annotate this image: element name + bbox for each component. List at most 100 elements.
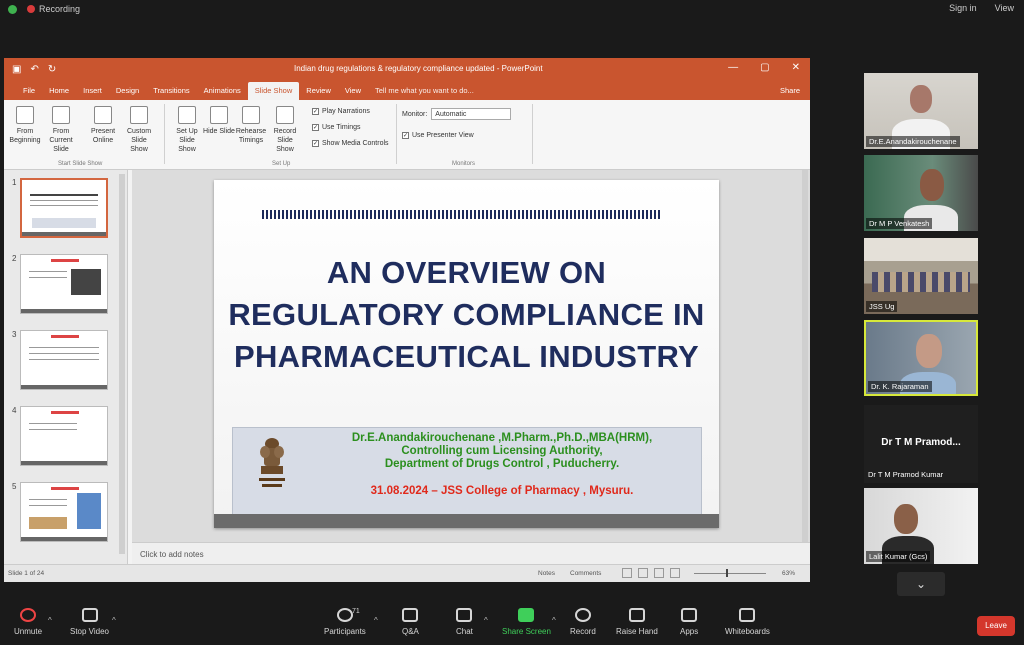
slide-title: AN OVERVIEW ON REGULATORY COMPLIANCE IN … [214, 252, 719, 378]
slide-thumbnails-pane: 1 2 3 4 5 [4, 170, 128, 564]
group-label-monitors: Monitors [452, 161, 476, 167]
share-screen-button[interactable]: Share Screen [502, 608, 551, 636]
minimize-icon[interactable]: — [728, 62, 738, 73]
tab-transitions[interactable]: Transitions [146, 86, 196, 100]
slide-thumbnail-2[interactable] [20, 254, 108, 314]
rehearse-button[interactable]: Rehearse Timings [234, 106, 268, 145]
monitor-select[interactable]: Monitor: Automatic [402, 108, 512, 120]
slide-thumbnail-1[interactable] [20, 178, 108, 238]
tab-view[interactable]: View [338, 86, 368, 100]
notes-button[interactable]: Notes [538, 570, 555, 577]
slide-thumbnail-3[interactable] [20, 330, 108, 390]
slide-editing-area: AN OVERVIEW ON REGULATORY COMPLIANCE IN … [132, 170, 810, 542]
chevron-up-icon[interactable]: ^ [552, 616, 556, 625]
tell-me-search[interactable]: Tell me what you want to do... [368, 86, 481, 100]
from-current-button[interactable]: From Current Slide [44, 106, 78, 154]
chevron-down-icon[interactable]: ⌄ [897, 572, 945, 596]
thumbnails-scrollbar[interactable] [119, 174, 125, 554]
ribbon-separator [164, 104, 165, 164]
close-icon[interactable]: ✕ [792, 62, 800, 73]
slide-title-line: REGULATORY COMPLIANCE IN [228, 297, 705, 332]
present-online-button[interactable]: Present Online [86, 106, 120, 145]
ribbon-separator [532, 104, 533, 164]
participant-tile[interactable]: Dr M P Venkatesh [864, 155, 978, 231]
undo-icon[interactable]: ↶ [30, 64, 38, 75]
current-slide[interactable]: AN OVERVIEW ON REGULATORY COMPLIANCE IN … [214, 180, 719, 528]
participant-name: Dr M P Venkatesh [866, 218, 933, 229]
sign-in-link[interactable]: Sign in [949, 3, 977, 13]
slideshow-view-icon[interactable] [670, 568, 680, 578]
author-info-box: Dr.E.Anandakirouchenane ,M.Pharm.,Ph.D.,… [232, 427, 702, 517]
qa-button[interactable]: Q&A [402, 608, 419, 636]
show-media-checkbox[interactable]: ✓ Show Media Controls [312, 140, 389, 147]
tab-file[interactable]: File [16, 86, 42, 100]
ribbon: From Beginning From Current Slide Presen… [4, 100, 810, 170]
chevron-up-icon[interactable]: ^ [374, 616, 378, 625]
record-show-button[interactable]: Record Slide Show [268, 106, 302, 154]
participant-display-name: Dr T M Pramod... [881, 437, 961, 448]
share-button[interactable]: Share [780, 86, 800, 95]
reading-view-icon[interactable] [654, 568, 664, 578]
participant-tile-no-video[interactable]: Dr T M Pramod... Dr T M Pramod Kumar [864, 405, 978, 483]
participant-tile[interactable]: Dr.E.Anandakirouchenane [864, 73, 978, 149]
hand-icon [628, 608, 645, 622]
raise-hand-button[interactable]: Raise Hand [616, 608, 658, 636]
whiteboards-button[interactable]: Whiteboards [725, 608, 770, 636]
chevron-up-icon[interactable]: ^ [484, 616, 488, 625]
setup-show-button[interactable]: Set Up Slide Show [170, 106, 204, 154]
notes-placeholder: Click to add notes [140, 550, 204, 559]
from-beginning-button[interactable]: From Beginning [8, 106, 42, 145]
hide-slide-button[interactable]: Hide Slide [202, 106, 236, 136]
use-timings-checkbox[interactable]: ✓ Use Timings [312, 124, 361, 131]
share-screen-icon [518, 608, 535, 622]
normal-view-icon[interactable] [622, 568, 632, 578]
zoom-slider[interactable] [694, 573, 766, 574]
record-button[interactable]: Record [570, 608, 596, 636]
leave-button[interactable]: Leave [977, 616, 1015, 636]
chevron-up-icon[interactable]: ^ [48, 616, 52, 625]
slideshow-icon [16, 106, 34, 124]
hide-icon [210, 106, 228, 124]
view-button[interactable]: View [995, 3, 1014, 13]
presentation-date: 31.08.2024 – JSS College of Pharmacy , M… [370, 485, 634, 497]
stop-video-button[interactable]: Stop Video [70, 608, 109, 636]
comments-button[interactable]: Comments [570, 570, 601, 577]
maximize-icon[interactable]: ▢ [760, 62, 769, 73]
slide-scrollbar[interactable] [802, 170, 808, 542]
slide-sorter-icon[interactable] [638, 568, 648, 578]
tab-insert[interactable]: Insert [76, 86, 109, 100]
video-camera-icon [81, 608, 98, 622]
group-label-start: Start Slide Show [58, 161, 103, 167]
chat-button[interactable]: Chat [456, 608, 473, 636]
participant-name: JSS Ug [866, 301, 898, 312]
slide-thumbnail-4[interactable] [20, 406, 108, 466]
tab-design[interactable]: Design [109, 86, 146, 100]
custom-show-button[interactable]: Custom Slide Show [122, 106, 156, 154]
powerpoint-title-bar: ▣ ↶ ↻ Indian drug regulations & regulato… [4, 58, 810, 80]
zoom-level[interactable]: 63% [782, 570, 795, 577]
play-narrations-checkbox[interactable]: ✓ Play Narrations [312, 108, 370, 115]
presenter-view-checkbox[interactable]: ✓ Use Presenter View [402, 132, 474, 139]
participant-count: 71 [352, 608, 360, 615]
chevron-up-icon[interactable]: ^ [112, 616, 116, 625]
participants-button[interactable]: Participants 71 [324, 608, 366, 636]
redo-icon[interactable]: ↻ [48, 64, 56, 75]
author-role: Controlling cum Licensing Authority, [401, 445, 603, 457]
tab-review[interactable]: Review [299, 86, 338, 100]
timer-icon [242, 106, 260, 124]
participant-tile[interactable]: Lalit Kumar (Gcs) [864, 488, 978, 564]
unmute-button[interactable]: Unmute [14, 608, 42, 636]
notes-pane[interactable]: Click to add notes [132, 542, 810, 564]
slide-thumbnail-5[interactable] [20, 482, 108, 542]
record-icon [574, 608, 591, 622]
participant-tile[interactable]: JSS Ug [864, 238, 978, 314]
save-icon[interactable]: ▣ [12, 64, 21, 75]
tab-home[interactable]: Home [42, 86, 76, 100]
tab-animations[interactable]: Animations [197, 86, 248, 100]
participant-tile-active-speaker[interactable]: Dr. K. Rajaraman [864, 320, 978, 396]
zoom-top-bar: Recording Sign in View [0, 0, 1024, 18]
zoom-slider-knob[interactable] [726, 569, 728, 577]
tab-slide-show[interactable]: Slide Show [247, 82, 300, 100]
author-name: Dr.E.Anandakirouchenane ,M.Pharm.,Ph.D.,… [351, 432, 653, 444]
apps-button[interactable]: Apps [680, 608, 698, 636]
